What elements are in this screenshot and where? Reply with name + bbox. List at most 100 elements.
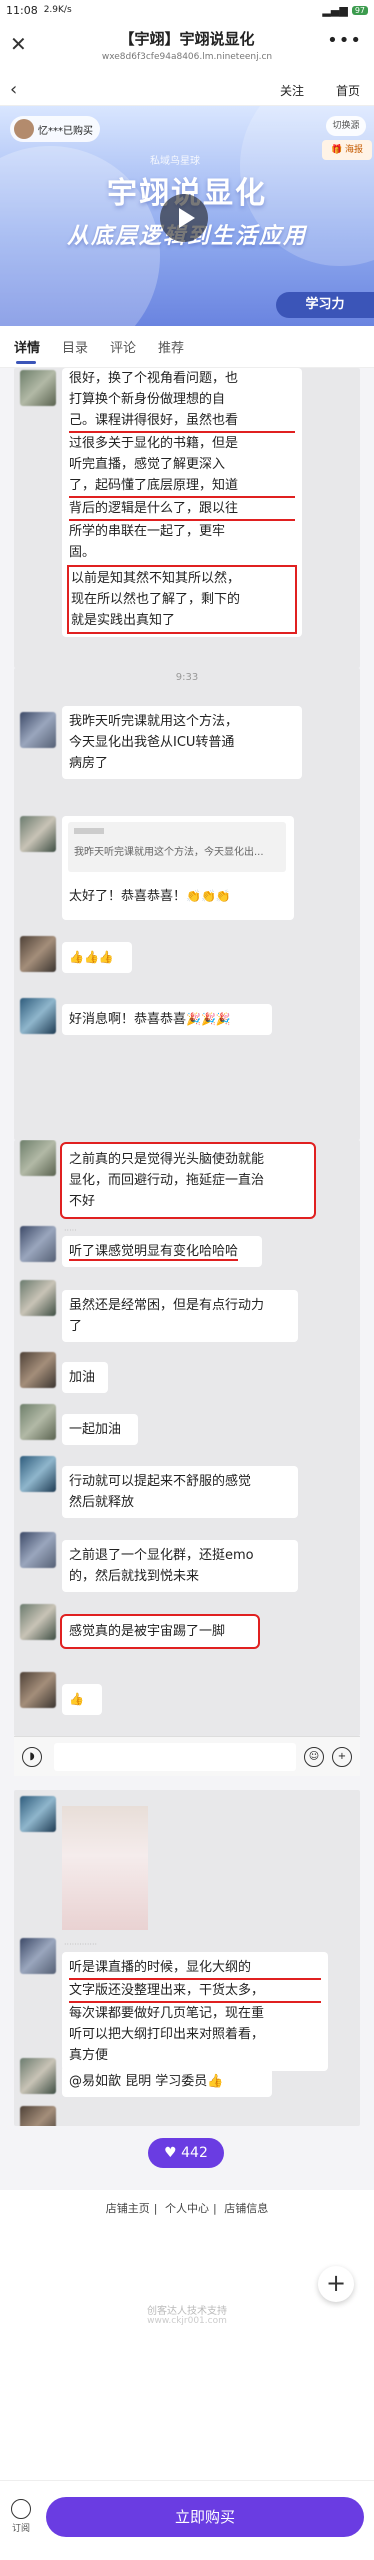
message-line: 真方便 [69,2048,109,2063]
footer-link-info[interactable]: 店铺信息 [224,2202,268,2215]
highlight-box: 以前是知其然不知其所以然， 现在所以然也了解了，剩下的 就是实践出真知了 [67,565,297,634]
close-icon[interactable]: ✕ [10,32,27,56]
tab-details[interactable]: 详情 [14,337,40,364]
avatar [20,2106,56,2126]
message-line: 每次课都要做好几页笔记，现在重 [69,2006,265,2021]
subscribe-label: 订阅 [11,2524,30,2534]
page: 11:08 2.9K/s ▂▄▆ 97 ✕ 【宇翊】宇翊说显化 wxe8d6f3… [0,0,374,2560]
chat-message: 加油 [62,1362,108,1393]
message-line: 的，然后就找到悦未来 [69,1569,200,1584]
thumbs-up-icon: 👍👍👍 [69,950,114,964]
chat-message: 感觉真的是被宇宙踢了一脚 [60,1614,260,1649]
footer-links: 店铺主页 | 个人中心 | 店铺信息 [105,2202,269,2215]
message-line: 病房了 [69,756,109,771]
footer-link-profile[interactable]: 个人中心 [165,2202,209,2215]
thumbs-up-icon: 👍 [69,1692,84,1706]
learning-badge[interactable]: 学习力 [276,292,374,318]
message-line: 很好，换了个视角看问题，也 [69,371,239,386]
message-line: 然后就释放 [69,1495,135,1510]
avatar [20,936,56,972]
message-line: 虽然还是经常困，但是有点行动力 [69,1298,265,1313]
message-text: 太好了！恭喜恭喜！ [69,889,187,904]
chat-message: 很好，换了个视角看问题，也 打算换个新身份做理想的自 己。课程讲得很好，虽然也看… [62,368,302,637]
buy-now-button[interactable]: 立即购买 [46,2497,364,2537]
play-video-button[interactable] [160,194,208,242]
message-line: 听可以把大纲打印出来对照着看， [69,2027,265,2042]
avatar [20,1456,56,1492]
content-tabs: 详情 目录 评论 推荐 [0,326,374,368]
avatar [20,1672,56,1708]
emoji-icon: ☺ [304,1747,324,1767]
message-text: 一起加油 [69,1422,122,1437]
like-button[interactable]: ♥ 442 [148,2138,224,2168]
message-line: 听是课直播的时候，显化大纲的 [69,1957,321,1980]
message-line: 了，起码懂了底层原理，知道 [69,475,295,498]
home-button[interactable]: 首页 [336,82,360,99]
voice-icon: ◗ [22,1747,42,1767]
plus-icon: + [332,1747,352,1767]
avatar [20,1404,56,1440]
chat-message: 之前退了一个显化群，还挺emo 的，然后就找到悦未来 [62,1540,298,1592]
tab-catalog[interactable]: 目录 [62,337,88,356]
avatar [20,1532,56,1568]
message-line: 己。课程讲得很好，虽然也看 [69,410,295,433]
message-line: 了 [69,1319,83,1334]
tech-support-url: www.ckjr001.com [147,2316,227,2326]
quoted-message: 我昨天听完课就用这个方法，今天显化出... [68,822,286,872]
chat-message: 听是课直播的时候，显化大纲的 文字版还没整理出来，干货太多， 每次课都要做好几页… [62,1952,328,2071]
status-speed: 2.9K/s [43,5,72,15]
chat-screenshot-2: 9:33 我昨天听完课就用这个方法， 今天显化出我爸从ICU转普通 病房了 我昨… [14,668,360,1140]
quote-text: 我昨天听完课就用这个方法，今天显化出... [74,847,264,858]
avatar [20,1140,56,1176]
message-line: 现在所以然也了解了，剩下的 [71,592,241,607]
avatar [20,1796,56,1832]
bottom-bar: 订阅 立即购买 [0,2480,374,2560]
subscribe-icon [11,2499,31,2519]
message-text: 听了课感觉明显有变化哈哈哈 [69,1244,239,1261]
page-url: wxe8d6f3cfe94a8406.lm.nineteenj.cn [101,52,273,62]
avatar [20,998,56,1034]
switch-source-button[interactable]: 切换源 [326,116,366,136]
wechat-header: ✕ 【宇翊】宇翊说显化 wxe8d6f3cfe94a8406.lm.ninete… [0,20,374,74]
party-icon: 🎉🎉🎉 [186,1012,231,1026]
footer-link-shop[interactable]: 店铺主页 [106,2202,150,2215]
poster-button[interactable]: 🎁 海报 [322,140,372,160]
message-line: 打算换个新身份做理想的自 [69,392,226,407]
clap-icon: 👏👏👏 [186,889,231,903]
message-text: 加油 [69,1370,96,1385]
message-text: 好消息啊！恭喜恭喜 [69,1012,187,1027]
follow-button[interactable]: 关注 [280,82,304,99]
tab-recommend[interactable]: 推荐 [158,337,184,356]
status-time: 11:08 [6,3,38,17]
like-count: 442 [181,2145,208,2161]
chat-message: 我昨天听完课就用这个方法，今天显化出... 太好了！恭喜恭喜！👏👏👏 [62,816,294,920]
message-text: @易如歆 昆明 学习委员👍 [69,2074,224,2089]
message-line: 以前是知其然不知其所以然， [71,571,241,586]
floating-plus-button[interactable]: + [318,2266,354,2302]
avatar [20,816,56,852]
avatar [20,1938,56,1974]
chat-message: 👍👍👍 [62,942,132,973]
message-line: 太好了！恭喜恭喜！👏👏👏 [69,886,231,907]
nickname: ············· [64,1940,98,1949]
message-text: 感觉真的是被宇宙踢了一脚 [69,1624,226,1639]
subscribe-button[interactable]: 订阅 [6,2499,36,2534]
page-title: 【宇翊】宇翊说显化 [119,30,255,48]
avatar [20,1226,56,1262]
top-nav: ‹ 关注 首页 [0,74,374,106]
chat-message: 我昨天听完课就用这个方法， 今天显化出我爸从ICU转普通 病房了 [62,706,302,779]
chat-screenshot-4: ············· 听是课直播的时候，显化大纲的 文字版还没整理出来，干… [14,1790,360,2126]
back-icon[interactable]: ‹ [10,79,17,100]
message-line: 听完直播，感觉了解更深入 [69,457,226,472]
message-line: 我昨天听完课就用这个方法， [69,714,239,729]
avatar [20,1352,56,1388]
chat-message: 👍 [62,1684,102,1715]
message-line: 背后的逻辑是什么了，跟以往 [69,498,295,521]
more-icon[interactable]: ••• [327,30,362,51]
quote-author [74,828,104,834]
tech-support: 创客达人技术支持 [147,2306,227,2317]
message-line: 显化，而回避行动，拖延症一直治 [69,1173,265,1188]
footer: 店铺主页 | 个人中心 | 店铺信息 + 创客达人技术支持 www.ckjr001.… [0,2190,374,2520]
notes-photo [62,1806,148,1930]
tab-comments[interactable]: 评论 [110,337,136,356]
